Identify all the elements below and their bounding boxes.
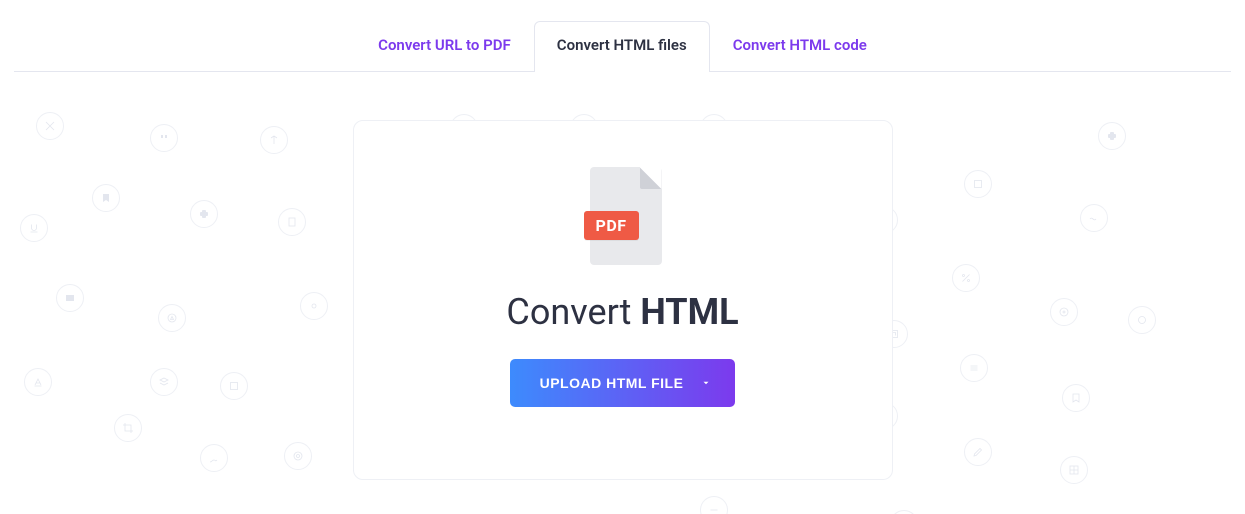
pencil-icon [964, 438, 992, 466]
document-icon [278, 208, 306, 236]
compass-icon [158, 304, 186, 332]
heading-bold: HTML [640, 291, 738, 333]
target-icon [284, 442, 312, 470]
upload-html-file-button[interactable]: UPLOAD HTML FILE [510, 359, 736, 407]
minus-icon [700, 496, 728, 514]
tool-icon [36, 112, 64, 140]
sliders-icon [960, 354, 988, 382]
tabs-bar: Convert URL to PDF Convert HTML files Co… [14, 0, 1231, 72]
frame-icon [220, 372, 248, 400]
wave-icon [1080, 204, 1108, 232]
quote-icon [150, 124, 178, 152]
shape-icon [1128, 306, 1156, 334]
pdf-file-icon: PDF [584, 167, 662, 265]
font-icon [24, 368, 52, 396]
convert-heading: Convert HTML [506, 291, 738, 333]
heading-prefix: Convert [506, 291, 640, 333]
layers-icon [150, 368, 178, 396]
caret-down-icon [701, 378, 711, 388]
crop-icon [114, 414, 142, 442]
extension-icon [1098, 122, 1126, 150]
settings-icon [300, 292, 328, 320]
tab-convert-html-code[interactable]: Convert HTML code [710, 21, 890, 72]
grid2-icon [1060, 456, 1088, 484]
bookmark2-icon [1062, 384, 1090, 412]
puzzle-icon [190, 200, 218, 228]
merge-icon [260, 126, 288, 154]
pdf-badge: PDF [584, 211, 639, 240]
focus-icon [1050, 298, 1078, 326]
bookmark-icon [92, 184, 120, 212]
tab-convert-url[interactable]: Convert URL to PDF [355, 21, 534, 72]
bubble-icon [890, 510, 918, 514]
underline-icon [20, 214, 48, 242]
upload-card: PDF Convert HTML UPLOAD HTML FILE [353, 120, 893, 480]
image-icon [56, 284, 84, 312]
tabs-list: Convert URL to PDF Convert HTML files Co… [355, 20, 890, 71]
tab-convert-html-files[interactable]: Convert HTML files [534, 21, 710, 72]
app-icon [964, 170, 992, 198]
percent-icon [952, 264, 980, 292]
brush-icon [200, 444, 228, 472]
upload-button-label: UPLOAD HTML FILE [540, 375, 684, 391]
